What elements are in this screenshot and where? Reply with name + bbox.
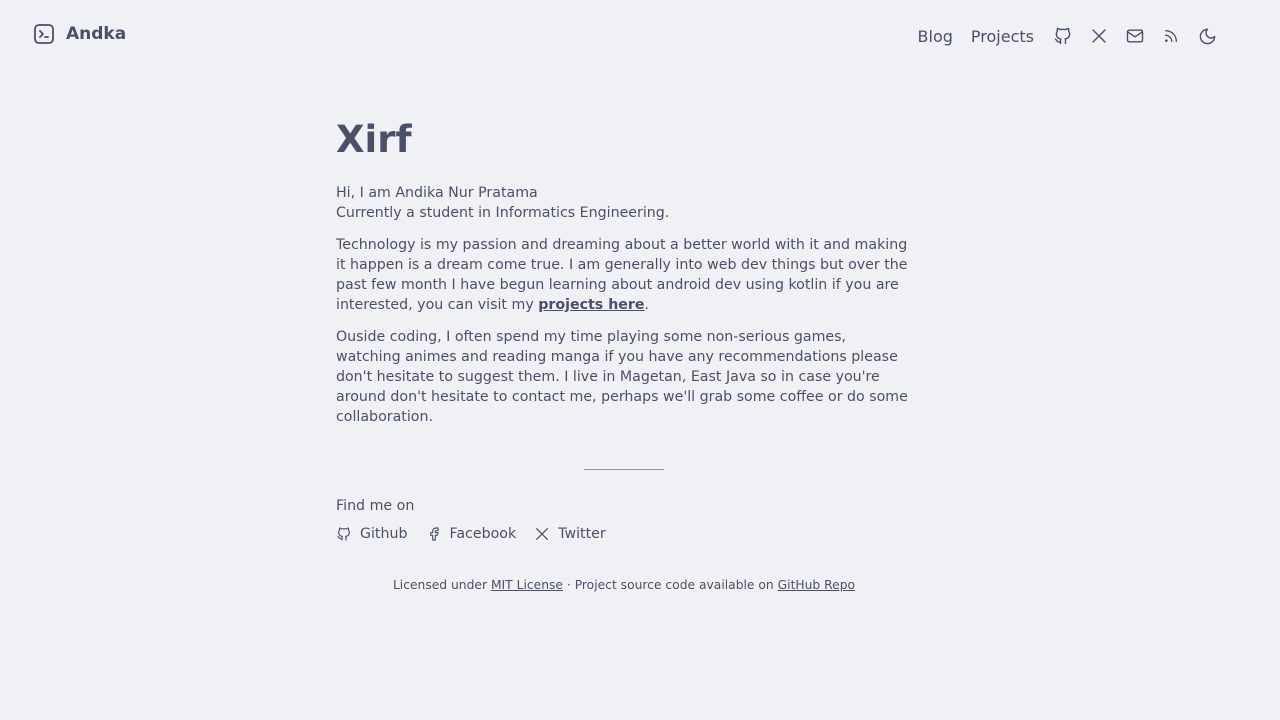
passion-end: . [644,297,650,313]
intro-line-2: Currently a student in Informatics Engin… [336,205,670,221]
nav-projects-link[interactable]: Projects [971,27,1034,46]
social-links: Github Facebook Twitter [336,524,912,544]
github-icon[interactable] [1052,25,1074,47]
terminal-icon [32,22,56,46]
site-header: Andka Blog Projects [0,0,1280,72]
divider [584,469,664,470]
find-me-label: Find me on [336,498,415,514]
mit-license-link[interactable]: MIT License [491,578,563,592]
github-repo-link[interactable]: GitHub Repo [778,578,855,592]
nav-blog-link[interactable]: Blog [918,27,953,46]
mail-icon[interactable] [1124,25,1146,47]
hobbies-paragraph: Ouside coding, I often spend my time pla… [336,329,908,425]
social-github-label: Github [360,526,408,542]
social-github-link[interactable]: Github [336,524,408,544]
x-twitter-icon [534,526,550,542]
social-twitter-label: Twitter [558,526,606,542]
site-footer: Licensed under MIT License · Project sou… [0,576,1248,594]
x-twitter-icon[interactable] [1088,25,1110,47]
intro-line-1: Hi, I am Andika Nur Pratama [336,185,538,201]
moon-icon[interactable] [1196,25,1218,47]
social-twitter-link[interactable]: Twitter [534,524,606,544]
footer-middle: · Project source code available on [562,578,778,592]
facebook-icon [426,526,442,542]
main-nav: Blog Projects [918,22,1218,50]
github-icon [336,526,352,542]
main-content: Xirf Hi, I am Andika Nur Pratama Current… [336,112,912,544]
footer-prefix: Licensed under [392,578,491,592]
intro-paragraph: Hi, I am Andika Nur Pratama Currently a … [336,183,912,223]
brand-name: Andka [66,24,127,44]
projects-here-link[interactable]: projects here [538,297,644,313]
social-facebook-label: Facebook [449,526,517,542]
page-title: Xirf [336,118,412,161]
passion-paragraph: Technology is my passion and dreaming ab… [336,235,912,315]
social-facebook-link[interactable]: Facebook [426,524,517,544]
rss-icon[interactable] [1160,25,1182,47]
brand-link[interactable]: Andka [32,22,126,46]
